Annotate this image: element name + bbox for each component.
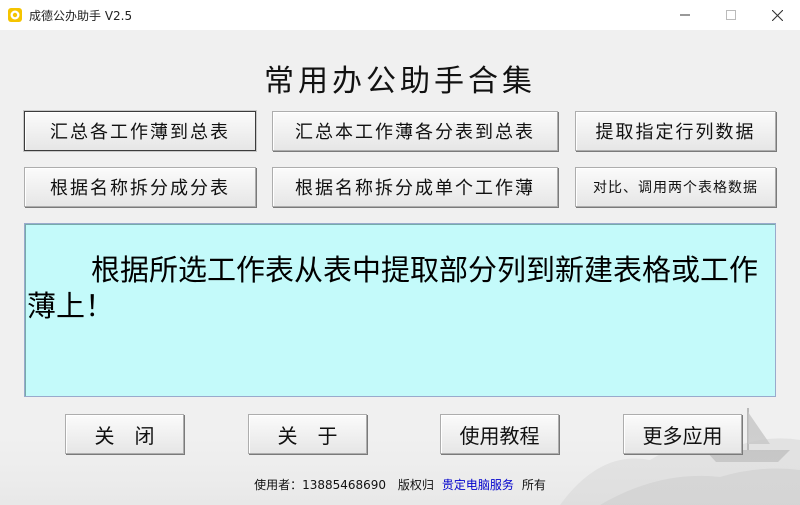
app-icon — [8, 8, 22, 22]
minimize-icon — [680, 14, 690, 16]
tutorial-button[interactable]: 使用教程 — [440, 414, 559, 454]
more-apps-button[interactable]: 更多应用 — [623, 414, 742, 454]
window-title: 成德公办助手 V2.5 — [29, 9, 133, 23]
split-by-name-workbooks-button[interactable]: 根据名称拆分成单个工作薄 — [272, 167, 558, 207]
maximize-icon — [726, 10, 736, 20]
page-title: 常用办公助手合集 — [264, 64, 536, 99]
about-button[interactable]: 关 于 — [248, 414, 367, 454]
copyright-suffix: 所有 — [521, 478, 546, 492]
user-info: 使用者：13885468690 — [254, 478, 387, 492]
maximize-button[interactable] — [708, 0, 754, 30]
close-window-button[interactable] — [754, 0, 800, 30]
client-area: 常用办公助手合集 汇总各工作薄到总表 汇总本工作薄各分表到总表 提取指定行列数据… — [0, 30, 800, 505]
close-icon — [771, 9, 783, 21]
copyright-prefix: 版权归 — [397, 478, 434, 492]
merge-sheets-button[interactable]: 汇总本工作薄各分表到总表 — [272, 111, 558, 151]
title-bar: 成德公办助手 V2.5 — [0, 0, 800, 30]
close-button[interactable]: 关 闭 — [65, 414, 184, 454]
description-text: 根据所选工作表从表中提取部分列到新建表格或工作薄上！ — [24, 223, 776, 397]
split-by-name-sheets-button[interactable]: 根据名称拆分成分表 — [24, 167, 256, 207]
merge-workbooks-button[interactable]: 汇总各工作薄到总表 — [24, 111, 256, 151]
copyright-link[interactable]: 贵定电脑服务 — [442, 478, 514, 492]
minimize-button[interactable] — [662, 0, 708, 30]
footer: 使用者：13885468690 版权归 贵定电脑服务 所有 — [0, 476, 800, 493]
compare-tables-button[interactable]: 对比、调用两个表格数据 — [575, 167, 776, 207]
extract-rows-columns-button[interactable]: 提取指定行列数据 — [575, 111, 776, 151]
